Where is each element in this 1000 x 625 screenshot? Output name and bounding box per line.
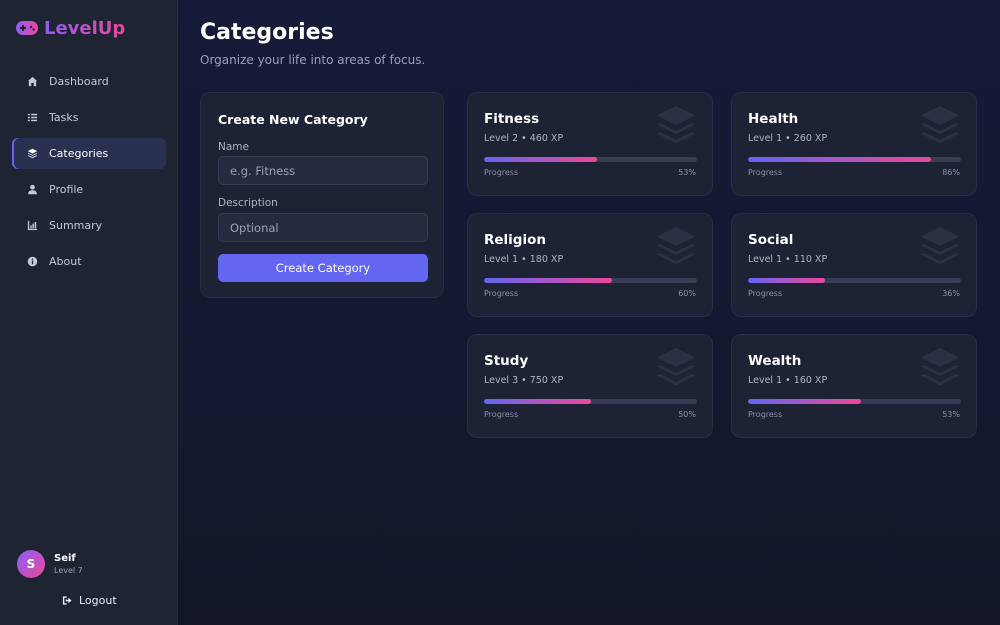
sidebar-item-label: Categories (49, 147, 109, 160)
progress-label: Progress (484, 410, 519, 419)
logout-icon (62, 596, 72, 605)
progress-label: Progress (748, 410, 783, 419)
chart-icon (27, 220, 38, 231)
sidebar-item-label: Summary (49, 219, 103, 232)
layers-icon (918, 345, 962, 389)
sidebar-item-profile[interactable]: Profile (12, 174, 166, 205)
create-category-title: Create New Category (218, 112, 368, 127)
description-label: Description (218, 197, 278, 209)
avatar: S (17, 550, 45, 578)
sidebar-item-label: Dashboard (49, 75, 109, 88)
layers-icon (654, 103, 698, 147)
category-name: Social (748, 232, 794, 248)
category-card-religion[interactable]: Religion Level 1 • 180 XP Progress 60% (467, 213, 713, 317)
sidebar: LevelUp Dashboard Tasks Categories Profi… (0, 0, 178, 625)
progress-bar (484, 278, 697, 283)
brand-name: LevelUp (44, 17, 126, 39)
sidebar-item-label: About (49, 255, 82, 268)
category-name: Religion (484, 232, 546, 248)
user-name: Seif (54, 553, 76, 564)
category-level: Level 1 • 260 XP (748, 133, 828, 144)
progress-label: Progress (748, 168, 783, 177)
category-card-social[interactable]: Social Level 1 • 110 XP Progress 36% (731, 213, 977, 317)
description-input[interactable] (218, 213, 428, 242)
category-name: Wealth (748, 353, 802, 369)
name-label: Name (218, 141, 249, 153)
progress-label: Progress (484, 168, 519, 177)
sidebar-item-dashboard[interactable]: Dashboard (12, 66, 166, 97)
progress-fill (484, 399, 591, 404)
user-icon (27, 184, 38, 195)
sidebar-item-about[interactable]: About (12, 246, 166, 277)
progress-bar (484, 157, 697, 162)
page-subtitle: Organize your life into areas of focus. (200, 53, 426, 67)
brand[interactable]: LevelUp (16, 16, 125, 40)
layers-icon (918, 103, 962, 147)
category-card-wealth[interactable]: Wealth Level 1 • 160 XP Progress 53% (731, 334, 977, 438)
category-level: Level 3 • 750 XP (484, 375, 564, 386)
logout-label: Logout (79, 594, 117, 607)
progress-fill (748, 278, 825, 283)
sidebar-item-label: Tasks (49, 111, 79, 124)
category-level: Level 1 • 110 XP (748, 254, 828, 265)
sidebar-nav: Dashboard Tasks Categories Profile Summa… (12, 66, 166, 282)
progress-label: Progress (484, 289, 519, 298)
list-icon (27, 112, 38, 123)
progress-value: 36% (942, 289, 960, 298)
progress-value: 60% (678, 289, 696, 298)
layers-icon (918, 224, 962, 268)
category-card-study[interactable]: Study Level 3 • 750 XP Progress 50% (467, 334, 713, 438)
layers-icon (27, 148, 38, 159)
progress-fill (484, 157, 597, 162)
layers-icon (654, 345, 698, 389)
sidebar-item-categories[interactable]: Categories (12, 138, 166, 169)
progress-bar (748, 399, 961, 404)
user-profile[interactable]: S Seif Level 7 (17, 550, 83, 578)
category-name: Health (748, 111, 799, 127)
category-level: Level 1 • 160 XP (748, 375, 828, 386)
create-category-button[interactable]: Create Category (218, 254, 428, 282)
progress-value: 50% (678, 410, 696, 419)
progress-bar (748, 278, 961, 283)
category-card-health[interactable]: Health Level 1 • 260 XP Progress 86% (731, 92, 977, 196)
category-level: Level 1 • 180 XP (484, 254, 564, 265)
gamepad-icon (16, 21, 38, 35)
category-name: Study (484, 353, 529, 369)
progress-bar (748, 157, 961, 162)
progress-value: 53% (942, 410, 960, 419)
category-level: Level 2 • 460 XP (484, 133, 564, 144)
sidebar-item-tasks[interactable]: Tasks (12, 102, 166, 133)
progress-value: 86% (942, 168, 960, 177)
logout-button[interactable]: Logout (62, 594, 117, 607)
progress-fill (484, 278, 612, 283)
progress-label: Progress (748, 289, 783, 298)
category-name: Fitness (484, 111, 540, 127)
home-icon (27, 76, 38, 87)
create-category-card: Create New Category Name Description Cre… (200, 92, 444, 298)
main-content: Categories Organize your life into areas… (178, 0, 1000, 625)
layers-icon (654, 224, 698, 268)
category-card-fitness[interactable]: Fitness Level 2 • 460 XP Progress 53% (467, 92, 713, 196)
progress-value: 53% (678, 168, 696, 177)
progress-fill (748, 157, 932, 162)
info-icon (27, 256, 38, 267)
progress-bar (484, 399, 697, 404)
sidebar-item-summary[interactable]: Summary (12, 210, 166, 241)
user-level: Level 7 (54, 566, 83, 575)
sidebar-item-label: Profile (49, 183, 84, 196)
name-input[interactable] (218, 156, 428, 185)
progress-fill (748, 399, 861, 404)
page-title: Categories (200, 20, 334, 45)
